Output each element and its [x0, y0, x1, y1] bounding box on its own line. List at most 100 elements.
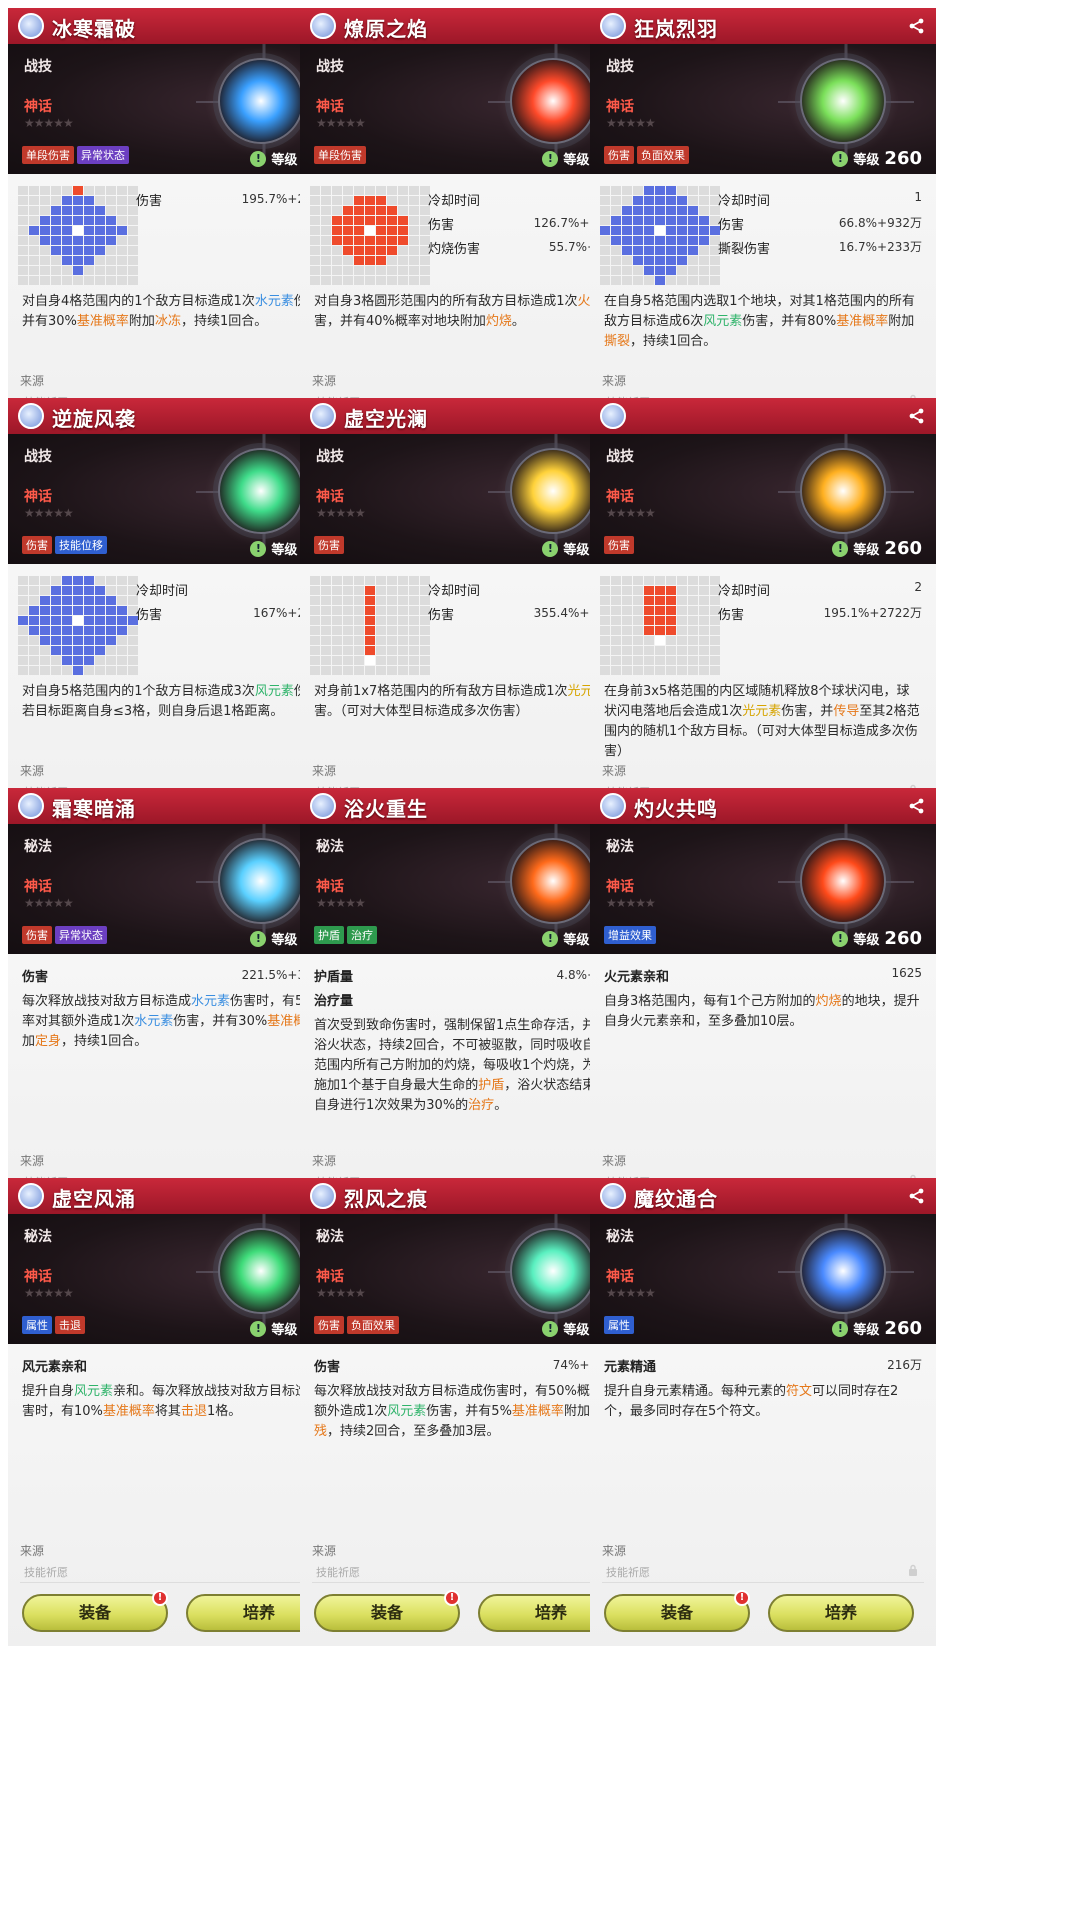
range-cell	[409, 666, 419, 675]
range-cell	[409, 586, 419, 595]
range-cell	[95, 196, 105, 205]
range-cell	[409, 226, 419, 235]
range-cell	[710, 626, 720, 635]
range-cell	[95, 656, 105, 665]
range-cell	[310, 646, 320, 655]
rarity-label: 神话	[24, 879, 52, 895]
skill-tag: 伤害	[604, 146, 634, 164]
skill-tag: 单段伤害	[314, 146, 366, 164]
range-cell	[40, 626, 50, 635]
range-cell	[354, 586, 364, 595]
range-cell	[365, 206, 375, 215]
level-display: ! 等级 260	[832, 1318, 922, 1339]
range-cell	[655, 586, 665, 595]
range-cell	[73, 606, 83, 615]
range-cell	[40, 186, 50, 195]
stat-name: 冷却时间	[136, 584, 189, 599]
range-cell	[666, 666, 676, 675]
range-cell	[62, 596, 72, 605]
range-cell	[611, 636, 621, 645]
card-title: 霜寒暗涌	[52, 797, 136, 821]
train-button[interactable]: 培养	[768, 1594, 914, 1632]
card-header: 灼火共鸣	[590, 788, 936, 825]
range-cell	[633, 186, 643, 195]
range-cell	[332, 586, 342, 595]
range-cell	[310, 606, 320, 615]
range-cell	[106, 576, 116, 585]
skill-tag: 击退	[55, 1316, 85, 1334]
range-cell	[321, 626, 331, 635]
range-cell	[420, 256, 430, 265]
range-cell	[655, 266, 665, 275]
source-value: 技能祈愿	[316, 1566, 360, 1579]
range-cell	[611, 656, 621, 665]
range-cell	[62, 586, 72, 595]
source-field: 技能祈愿	[602, 1560, 924, 1583]
share-icon[interactable]	[908, 1187, 926, 1205]
range-cell	[29, 266, 39, 275]
description-segment: ，持续1回合。	[61, 1034, 148, 1049]
range-cell	[633, 576, 643, 585]
range-cell	[84, 226, 94, 235]
range-cell	[365, 196, 375, 205]
source-label: 来源	[602, 764, 627, 778]
range-cell	[666, 576, 676, 585]
stat-name: 伤害	[718, 218, 745, 233]
range-cell	[117, 226, 127, 235]
range-cell	[117, 656, 127, 665]
description-segment: ，持续1回合。	[630, 334, 717, 349]
range-cell	[321, 636, 331, 645]
range-cell	[332, 196, 342, 205]
range-cell	[677, 196, 687, 205]
range-cell	[611, 626, 621, 635]
range-cell	[655, 256, 665, 265]
stat-row: 伤害74%+1033万	[314, 1354, 632, 1375]
skill-description: 对自身4格范围内的1个敌方目标造成1次水元素伤害，并有30%基准概率附加冰冻，持…	[22, 292, 340, 332]
range-cell	[655, 596, 665, 605]
range-cell	[699, 616, 709, 625]
equip-button[interactable]: 装备!	[22, 1590, 168, 1632]
range-cell	[622, 246, 632, 255]
range-cell	[622, 606, 632, 615]
range-cell	[365, 666, 375, 675]
range-cell	[622, 196, 632, 205]
range-cell	[128, 646, 138, 655]
range-cell	[18, 606, 28, 615]
range-cell	[95, 616, 105, 625]
app-logo-icon	[18, 1183, 44, 1209]
range-cell	[376, 656, 386, 665]
skill-description: 在自身5格范围内选取1个地块，对其1格范围内的所有敌方目标造成6次风元素伤害，并…	[604, 292, 922, 352]
stat-row: 伤害 195.1%+2722万	[718, 602, 922, 623]
range-cell	[666, 226, 676, 235]
star-rating: ★★★★★	[316, 1286, 366, 1300]
share-icon[interactable]	[908, 17, 926, 35]
app-logo-icon	[600, 793, 626, 819]
range-cell	[365, 246, 375, 255]
range-cell	[633, 246, 643, 255]
range-cell	[106, 186, 116, 195]
range-cell	[343, 196, 353, 205]
range-cell	[387, 206, 397, 215]
equip-button[interactable]: 装备!	[604, 1590, 750, 1632]
stat-value: 195.1%+2722万	[823, 606, 922, 620]
share-icon[interactable]	[908, 797, 926, 815]
range-cell	[84, 646, 94, 655]
range-cell	[677, 186, 687, 195]
stat-row: 火元素亲和 1625	[604, 964, 922, 985]
star-rating: ★★★★★	[606, 506, 656, 520]
range-cell	[387, 596, 397, 605]
range-cell	[84, 186, 94, 195]
range-cell	[688, 666, 698, 675]
range-cell	[95, 226, 105, 235]
skill-tag: 护盾	[314, 926, 344, 944]
equip-button[interactable]: 装备!	[314, 1590, 460, 1632]
range-cell	[84, 616, 94, 625]
stat-row: 护盾量4.8%+302万	[314, 964, 632, 985]
level-label: 等级	[271, 543, 298, 558]
range-cell	[354, 626, 364, 635]
range-cell	[398, 616, 408, 625]
range-cell	[398, 246, 408, 255]
range-cell	[688, 256, 698, 265]
range-cell	[106, 586, 116, 595]
share-icon[interactable]	[908, 407, 926, 425]
